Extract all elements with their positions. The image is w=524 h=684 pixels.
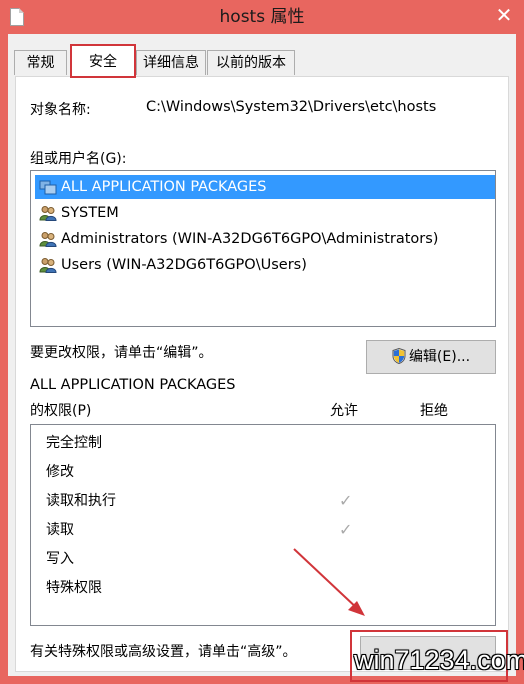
allow-column-header: 允许 bbox=[330, 403, 358, 419]
group-name: Users (WIN-A32DG6T6GPO\Users) bbox=[61, 257, 307, 273]
users-icon bbox=[39, 206, 57, 221]
edit-button-label: 编辑(E)... bbox=[408, 349, 471, 365]
object-name-label: 对象名称: bbox=[30, 102, 91, 118]
group-list[interactable]: ALL APPLICATION PACKAGES SYSTEM Administ… bbox=[30, 170, 496, 327]
group-name: ALL APPLICATION PACKAGES bbox=[61, 179, 267, 195]
group-list-label: 组或用户名(G): bbox=[30, 151, 127, 167]
tab-details[interactable]: 详细信息 bbox=[136, 50, 206, 75]
list-item-all-application-packages[interactable]: ALL APPLICATION PACKAGES bbox=[35, 175, 495, 199]
list-item-system[interactable]: SYSTEM bbox=[35, 201, 495, 225]
object-name-value: C:\Windows\System32\Drivers\etc\hosts bbox=[146, 99, 437, 115]
list-item-users[interactable]: Users (WIN-A32DG6T6GPO\Users) bbox=[35, 253, 495, 277]
window-frame-left bbox=[0, 34, 8, 684]
permission-row: 修改 bbox=[46, 460, 74, 484]
permissions-label: 的权限(P) bbox=[30, 403, 92, 419]
allow-check-icon: ✓ bbox=[339, 491, 353, 510]
uac-shield-icon bbox=[392, 348, 406, 364]
users-icon bbox=[39, 232, 57, 247]
permission-row: 读取和执行 bbox=[46, 489, 116, 513]
permission-name: 修改 bbox=[46, 464, 74, 480]
app-packages-icon bbox=[39, 180, 57, 195]
permission-name: 读取和执行 bbox=[46, 493, 116, 509]
list-item-administrators[interactable]: Administrators (WIN-A32DG6T6GPO\Administ… bbox=[35, 227, 495, 251]
permission-row: 完全控制 bbox=[46, 431, 102, 455]
group-name: SYSTEM bbox=[61, 205, 119, 221]
tab-security[interactable]: 安全 bbox=[70, 44, 136, 78]
tab-previous-versions[interactable]: 以前的版本 bbox=[207, 50, 295, 75]
permission-row: 读取 bbox=[46, 518, 74, 542]
permission-name: 完全控制 bbox=[46, 435, 102, 451]
permission-name: 读取 bbox=[46, 522, 74, 538]
deny-column-header: 拒绝 bbox=[420, 403, 448, 419]
permissions-for-title: ALL APPLICATION PACKAGES bbox=[30, 377, 236, 393]
permission-name: 写入 bbox=[46, 551, 74, 567]
permission-row: 写入 bbox=[46, 547, 74, 571]
permissions-list[interactable]: 完全控制 修改 读取和执行 ✓ 读取 ✓ 写入 特殊权限 bbox=[30, 424, 496, 626]
permission-row: 特殊权限 bbox=[46, 576, 102, 600]
window-frame-right bbox=[516, 34, 524, 684]
tab-general[interactable]: 常规 bbox=[14, 50, 67, 75]
change-permissions-hint: 要更改权限，请单击“编辑”。 bbox=[30, 345, 213, 361]
edit-button[interactable]: 编辑(E)... bbox=[366, 340, 496, 374]
advanced-settings-hint: 有关特殊权限或高级设置，请单击“高级”。 bbox=[30, 644, 297, 660]
close-button[interactable]: ✕ bbox=[484, 0, 524, 30]
group-name: Administrators (WIN-A32DG6T6GPO\Administ… bbox=[61, 231, 439, 247]
watermark: win71234.com bbox=[354, 645, 524, 675]
permission-name: 特殊权限 bbox=[46, 580, 102, 596]
allow-check-icon: ✓ bbox=[339, 520, 353, 539]
users-icon bbox=[39, 258, 57, 273]
window-title: hosts 属性 bbox=[219, 7, 305, 27]
